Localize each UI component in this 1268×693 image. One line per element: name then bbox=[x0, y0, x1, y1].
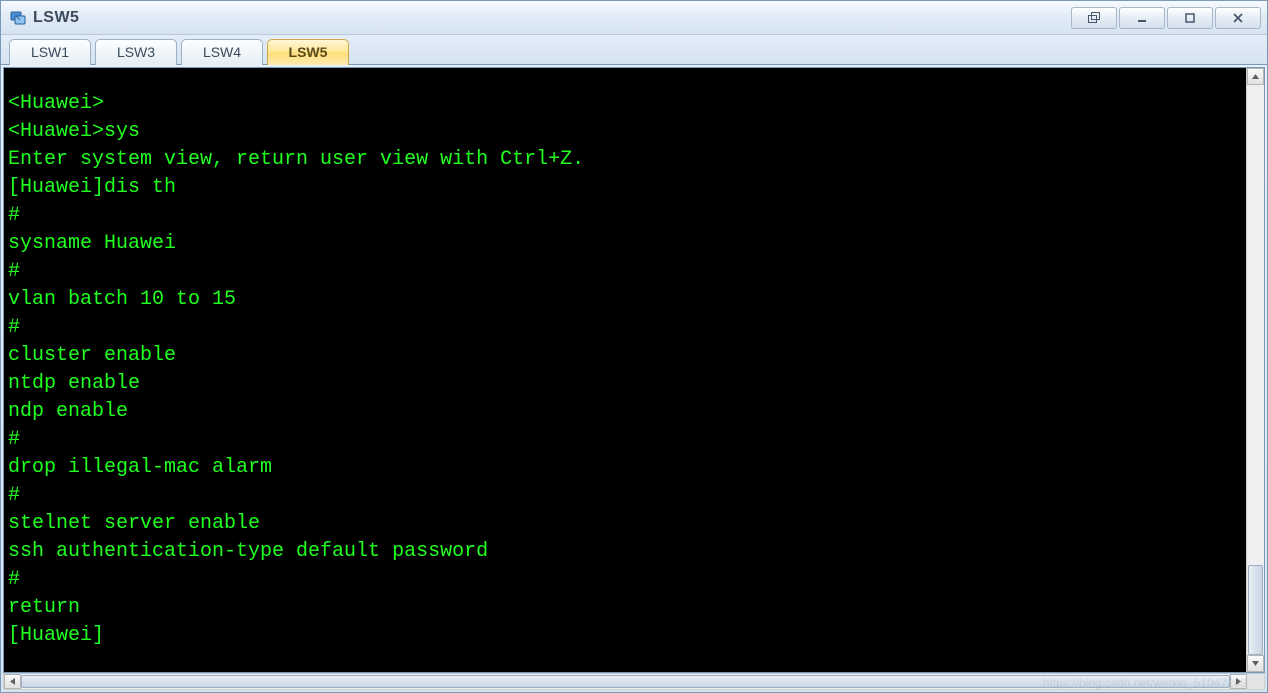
terminal-output[interactable]: <Huawei> <Huawei>sys Enter system view, … bbox=[4, 88, 1246, 652]
vertical-scrollbar[interactable] bbox=[1246, 68, 1264, 672]
popout-button[interactable] bbox=[1071, 7, 1117, 29]
app-window: LSW5 bbox=[0, 0, 1268, 693]
vertical-scroll-thumb[interactable] bbox=[1248, 565, 1263, 655]
tab-bar: LSW1 LSW3 LSW4 LSW5 bbox=[1, 35, 1267, 65]
app-icon bbox=[9, 9, 27, 27]
close-button[interactable] bbox=[1215, 7, 1261, 29]
vertical-scroll-track[interactable] bbox=[1247, 85, 1264, 655]
tab-lsw4[interactable]: LSW4 bbox=[181, 39, 263, 65]
window-title: LSW5 bbox=[33, 9, 1069, 27]
scrollbar-corner bbox=[1247, 674, 1264, 689]
horizontal-scroll-track[interactable] bbox=[21, 674, 1230, 689]
scroll-left-arrow-icon[interactable] bbox=[4, 674, 21, 689]
tab-lsw5[interactable]: LSW5 bbox=[267, 39, 349, 65]
window-controls bbox=[1069, 7, 1261, 29]
scroll-right-arrow-icon[interactable] bbox=[1230, 674, 1247, 689]
horizontal-scroll-thumb[interactable] bbox=[21, 675, 1230, 688]
scroll-down-arrow-icon[interactable] bbox=[1247, 655, 1264, 672]
horizontal-scrollbar[interactable] bbox=[3, 673, 1265, 690]
maximize-button[interactable] bbox=[1167, 7, 1213, 29]
minimize-button[interactable] bbox=[1119, 7, 1165, 29]
client-area: <Huawei> <Huawei>sys Enter system view, … bbox=[1, 65, 1267, 692]
tab-lsw1[interactable]: LSW1 bbox=[9, 39, 91, 65]
terminal-container: <Huawei> <Huawei>sys Enter system view, … bbox=[3, 67, 1265, 673]
titlebar[interactable]: LSW5 bbox=[1, 1, 1267, 35]
scroll-up-arrow-icon[interactable] bbox=[1247, 68, 1264, 85]
tab-lsw3[interactable]: LSW3 bbox=[95, 39, 177, 65]
